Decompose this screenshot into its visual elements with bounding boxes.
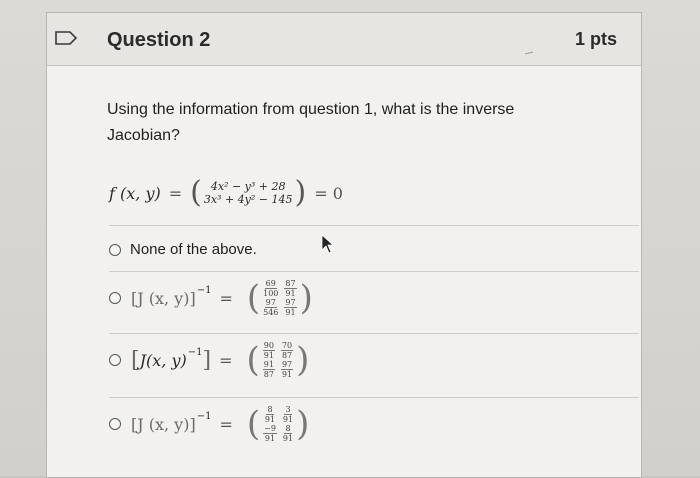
exponent: −1 [187,346,203,358]
matrix-entry: 97 91 [280,360,294,379]
matrix-entry: 91 87 [262,360,275,379]
radio-icon[interactable] [109,354,121,366]
question-header: Question 2 1 pts [47,13,641,66]
option-expression: [J (x, y)] −1 = ( 69 100 97 546 87 91 97 91 … [131,279,313,317]
radio-icon[interactable] [109,418,121,430]
function-bottom: 3x³ + 4y² − 145 [203,193,293,206]
equals-sign: = [219,350,233,370]
question-card: Question 2 1 pts Using the information f… [46,12,642,478]
screen: Question 2 1 pts Using the information f… [0,0,700,478]
answer-option-3[interactable]: [ J(x, y) −1 ] = ( 90 91 91 87 70 87 97 91 ) [109,341,309,379]
equals-sign: = [219,288,233,308]
matrix-entry: −9 91 [263,424,277,443]
inverse-jacobian: [J (x, y)] [131,414,196,434]
divider [109,225,639,226]
matrix-entry: 87 91 [284,279,297,298]
function-vector: 4x² − y³ + 28 3x³ + 4y² − 145 [204,180,293,206]
question-points: 1 pts [574,29,617,49]
left-paren: ( [190,175,202,210]
radio-icon[interactable] [109,292,121,304]
answer-option-4[interactable]: [J (x, y)] −1 = ( 8 91 −9 91 3 91 8 91 ) [109,405,309,443]
matrix-entry: 3 91 [282,405,294,424]
function-top: 4x² − y³ + 28 [210,180,286,193]
exponent: −1 [196,410,212,422]
matrix-entry: 8 91 [282,424,294,443]
inverse-jacobian: J(x, y) [139,350,187,370]
function-equals: = [168,183,183,203]
matrix-entry: 8 91 [264,405,276,424]
matrix-entry: 90 91 [262,341,275,360]
dash-mark-icon [525,51,533,55]
divider [109,271,639,272]
radio-icon[interactable] [109,243,121,256]
option-label: None of the above. [130,241,257,258]
question-title: Question 2 [107,29,211,51]
matrix-entry: 70 87 [280,341,294,360]
answer-option-2[interactable]: [J (x, y)] −1 = ( 69 100 97 546 87 91 97 91 … [109,279,313,317]
option-expression: [J (x, y)] −1 = ( 8 91 −9 91 3 91 8 91 ) [131,405,309,443]
question-text: Using the information from question 1, w… [107,101,515,144]
mouse-cursor-icon [321,234,335,254]
divider [109,397,639,398]
matrix: ( 90 91 91 87 70 87 97 91 ) [246,340,310,380]
function-definition: f (x, y) = ( 4x² − y³ + 28 3x³ + 4y² − 1… [109,173,351,213]
exponent: −1 [196,284,212,296]
matrix-entry: 69 100 [263,279,279,298]
function-lhs: f (x, y) [109,183,161,203]
matrix: ( 69 100 97 546 87 91 97 91 ) [246,278,313,318]
matrix-entry: 97 91 [284,298,297,317]
right-paren: ) [294,175,307,210]
matrix: ( 8 91 −9 91 3 91 8 91 ) [246,404,310,444]
answer-option-none[interactable]: None of the above. [109,241,257,258]
equals-sign: = [219,414,233,434]
matrix-entry: 97 546 [263,298,279,317]
flag-icon[interactable] [55,31,77,45]
function-rhs: = 0 [314,183,343,203]
divider [109,333,639,334]
option-expression: [ J(x, y) −1 ] = ( 90 91 91 87 70 87 97 91 ) [131,340,310,380]
inverse-jacobian: [J (x, y)] [131,288,196,308]
